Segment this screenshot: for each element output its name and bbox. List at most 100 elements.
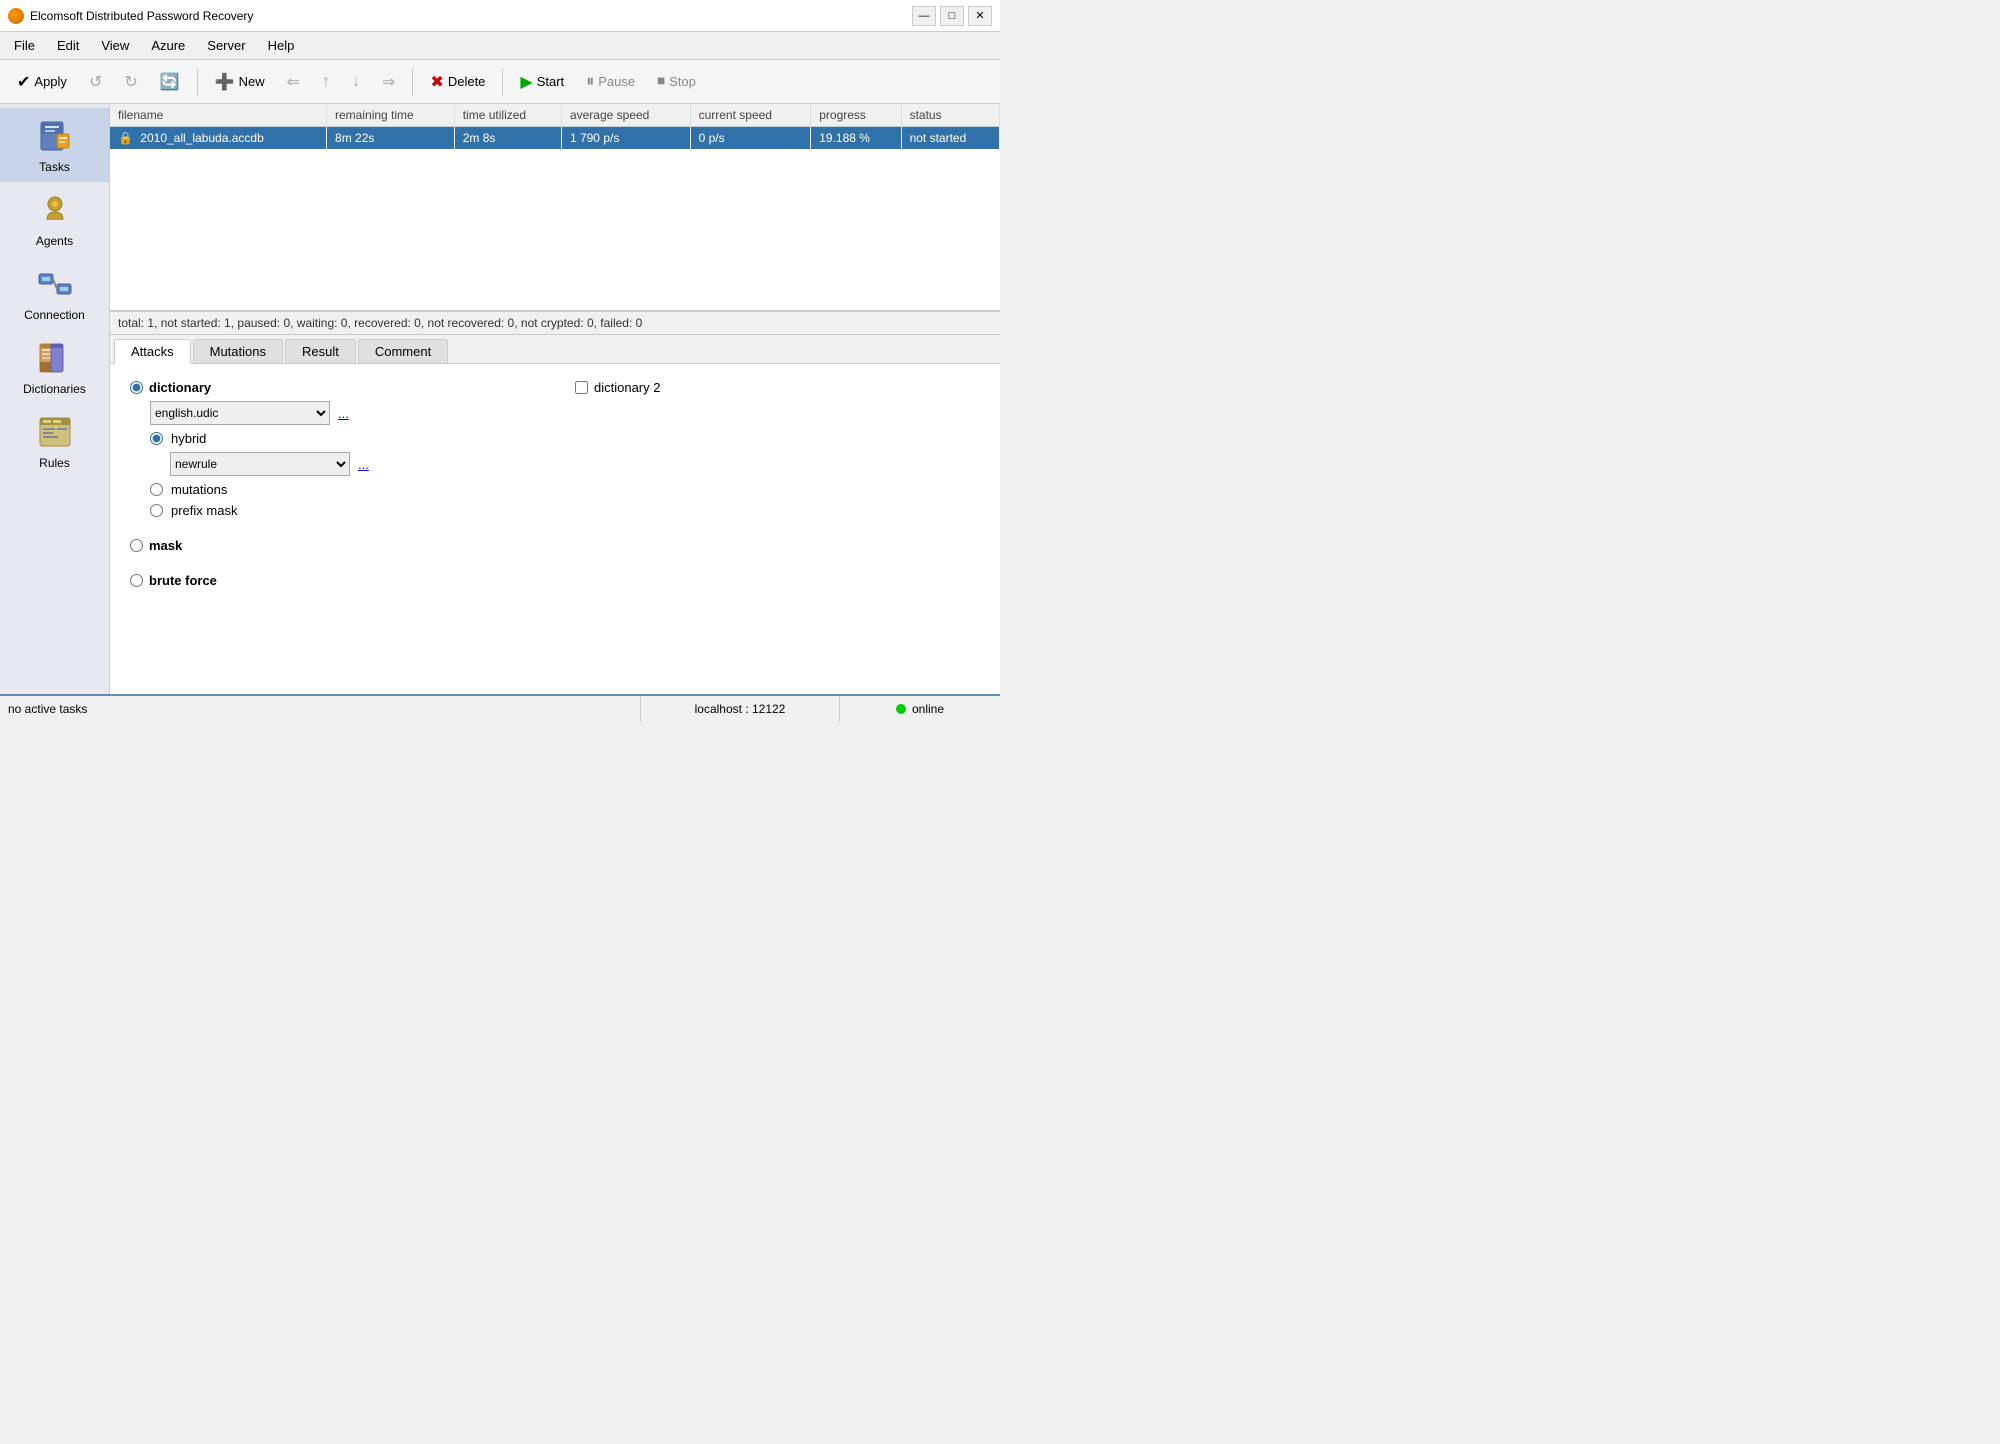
minimize-button[interactable]: —	[912, 6, 936, 26]
redo-icon: ↻	[124, 72, 137, 92]
col-remaining-time: remaining time	[327, 104, 455, 127]
hybrid-rule-row: newrule ...	[170, 452, 535, 476]
task-table: filename remaining time time utilized av…	[110, 104, 1000, 149]
hybrid-radio-label[interactable]: hybrid	[171, 431, 206, 446]
mutations-radio-label[interactable]: mutations	[171, 482, 227, 497]
tasks-icon	[35, 116, 75, 156]
status-left: no active tasks	[0, 702, 640, 716]
restore-button[interactable]: □	[940, 6, 964, 26]
mask-label: mask	[149, 538, 182, 553]
hybrid-browse-button[interactable]: ...	[358, 457, 369, 472]
new-button[interactable]: ➕ New	[206, 67, 274, 97]
cell-time-utilized: 2m 8s	[454, 127, 561, 150]
sidebar-tasks-label: Tasks	[39, 160, 70, 174]
cell-remaining-time: 8m 22s	[327, 127, 455, 150]
menu-help[interactable]: Help	[258, 35, 305, 56]
sidebar-item-tasks[interactable]: Tasks	[0, 108, 109, 182]
delete-button[interactable]: ✖ Delete	[421, 67, 494, 97]
tab-attacks[interactable]: Attacks	[114, 339, 191, 364]
cell-current-speed: 0 p/s	[690, 127, 811, 150]
mutations-row: mutations	[150, 482, 535, 497]
agents-icon	[35, 190, 75, 230]
pause-label: Pause	[598, 74, 635, 89]
apply-label: Apply	[34, 74, 67, 89]
tab-result[interactable]: Result	[285, 339, 356, 363]
hybrid-select[interactable]: newrule	[170, 452, 350, 476]
attack-col-right: dictionary 2	[575, 380, 980, 600]
lock-icon: 🔒	[118, 131, 133, 145]
close-button[interactable]: ✕	[968, 6, 992, 26]
brute-force-label: brute force	[149, 573, 217, 588]
mutations-radio[interactable]	[150, 483, 163, 496]
apply-button[interactable]: ✔ Apply	[8, 67, 76, 97]
new-icon: ➕	[215, 72, 235, 92]
rules-icon	[35, 412, 75, 452]
menu-bar: File Edit View Azure Server Help	[0, 32, 1000, 60]
dictionary-label: dictionary	[149, 380, 211, 395]
redo-button[interactable]: ↻	[115, 67, 146, 97]
undo-button[interactable]: ↺	[80, 67, 111, 97]
menu-server[interactable]: Server	[197, 35, 255, 56]
col-status: status	[901, 104, 999, 127]
table-row[interactable]: 🔒 2010_all_labuda.accdb 8m 22s 2m 8s 1 7…	[110, 127, 1000, 150]
sidebar-rules-label: Rules	[39, 456, 70, 470]
dictionary2-checkbox-label[interactable]: dictionary 2	[575, 380, 980, 395]
stop-button[interactable]: ⏹ Stop	[648, 68, 705, 96]
dictionary-radio-label[interactable]: dictionary	[130, 380, 535, 395]
sidebar-item-connection[interactable]: Connection	[0, 256, 109, 330]
move-top-icon: ⇐	[287, 72, 300, 92]
toolbar-separator-2	[412, 68, 413, 96]
status-host-text: localhost : 12122	[695, 702, 786, 716]
dictionary2-checkbox[interactable]	[575, 381, 588, 394]
mask-radio-label[interactable]: mask	[130, 538, 535, 553]
brute-force-radio[interactable]	[130, 574, 143, 587]
new-label: New	[239, 74, 265, 89]
stop-icon: ⏹	[657, 73, 665, 91]
move-up-button[interactable]: ↑	[313, 68, 339, 96]
dict1-browse-button[interactable]: ...	[338, 406, 349, 421]
app-icon	[8, 8, 24, 24]
col-filename: filename	[110, 104, 327, 127]
sidebar-item-agents[interactable]: Agents	[0, 182, 109, 256]
sidebar-connection-label: Connection	[24, 308, 85, 322]
task-summary: total: 1, not started: 1, paused: 0, wai…	[110, 311, 1000, 334]
prefix-mask-radio[interactable]	[150, 504, 163, 517]
move-down-button[interactable]: ↓	[343, 68, 369, 96]
dictionaries-icon	[35, 338, 75, 378]
hybrid-radio[interactable]	[150, 432, 163, 445]
hybrid-row: hybrid	[150, 431, 535, 446]
tab-bar: Attacks Mutations Result Comment	[110, 335, 1000, 364]
brute-force-radio-label[interactable]: brute force	[130, 573, 535, 588]
sidebar: Tasks Agents Con	[0, 104, 110, 694]
cell-filename: 🔒 2010_all_labuda.accdb	[110, 127, 327, 150]
menu-edit[interactable]: Edit	[47, 35, 89, 56]
sidebar-item-rules[interactable]: Rules	[0, 404, 109, 478]
task-summary-text: total: 1, not started: 1, paused: 0, wai…	[118, 316, 642, 330]
menu-azure[interactable]: Azure	[141, 35, 195, 56]
title-bar-left: Elcomsoft Distributed Password Recovery	[8, 8, 253, 24]
start-label: Start	[537, 74, 564, 89]
dictionary-sub: english.udic ... hybrid	[150, 401, 535, 518]
move-top-button[interactable]: ⇐	[278, 67, 309, 97]
menu-view[interactable]: View	[91, 35, 139, 56]
mask-radio[interactable]	[130, 539, 143, 552]
tab-comment[interactable]: Comment	[358, 339, 448, 363]
tab-mutations[interactable]: Mutations	[193, 339, 283, 363]
cell-progress: 19.188 %	[811, 127, 901, 150]
start-button[interactable]: ▶ Start	[511, 67, 573, 97]
sidebar-item-dictionaries[interactable]: Dictionaries	[0, 330, 109, 404]
move-bottom-button[interactable]: ⇒	[373, 67, 404, 97]
menu-file[interactable]: File	[4, 35, 45, 56]
cell-average-speed: 1 790 p/s	[561, 127, 690, 150]
refresh-button[interactable]: 🔄	[151, 67, 189, 97]
prefix-mask-radio-label[interactable]: prefix mask	[171, 503, 237, 518]
toolbar-separator-3	[502, 68, 503, 96]
dict1-select[interactable]: english.udic	[150, 401, 330, 425]
pause-icon: ⏸	[586, 73, 594, 91]
pause-button[interactable]: ⏸ Pause	[577, 68, 644, 96]
mask-attack-section: mask	[130, 538, 535, 553]
move-up-icon: ↑	[322, 73, 330, 91]
attack-col-left: dictionary english.udic ...	[130, 380, 535, 600]
stop-label: Stop	[669, 74, 696, 89]
dictionary-radio[interactable]	[130, 381, 143, 394]
